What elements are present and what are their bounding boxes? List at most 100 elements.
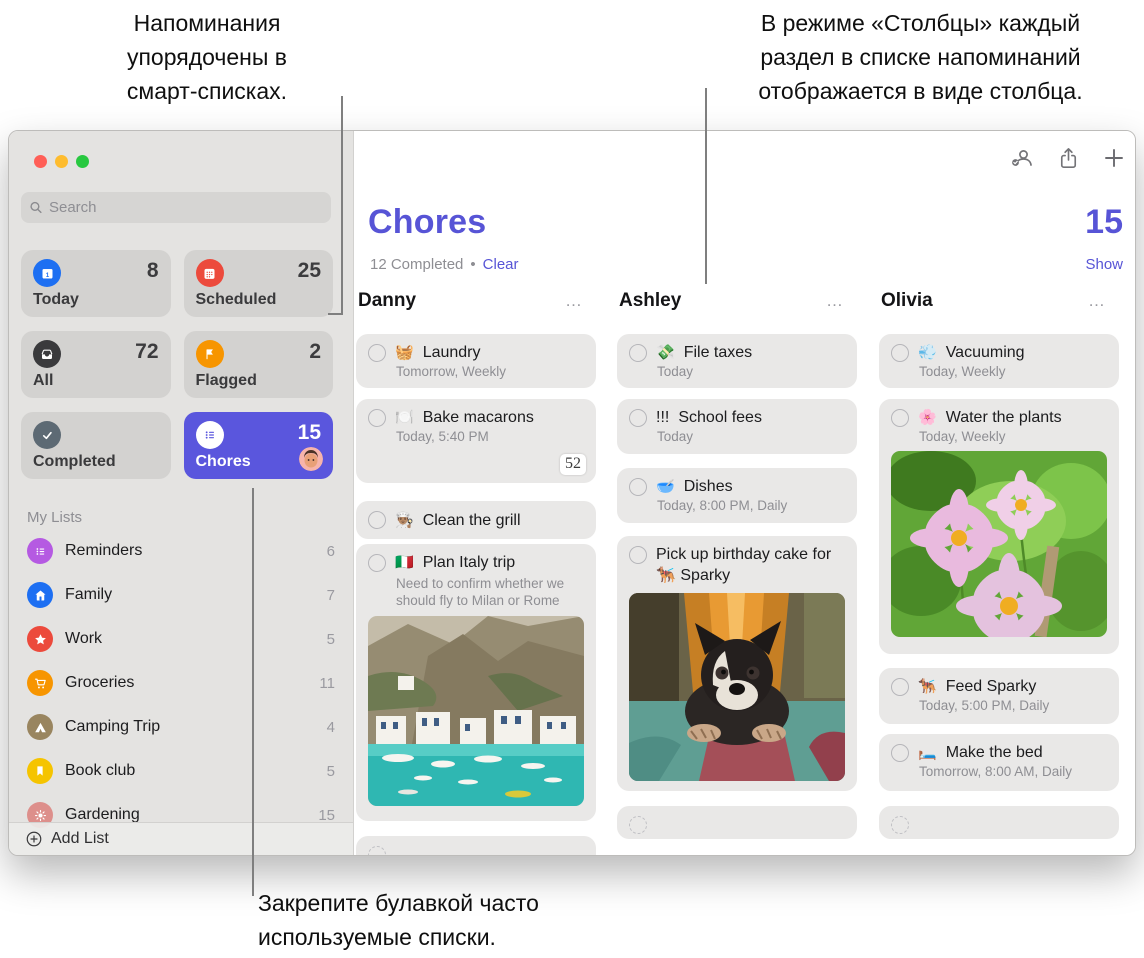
reminder-emoji: 💨 (918, 344, 937, 361)
list-item-work[interactable]: Work 5 (9, 617, 353, 661)
column-ashley: Ashley … 💸 File taxes Today !!! School f… (617, 131, 857, 855)
reminder-file-taxes[interactable]: 💸 File taxes Today (617, 334, 857, 388)
reminder-water-the-plants[interactable]: 🌸 Water the plants Today, Weekly (879, 399, 1119, 654)
list-label: Camping Trip (65, 718, 161, 735)
new-reminder-placeholder[interactable] (879, 806, 1119, 839)
all-count: 72 (135, 340, 159, 363)
smart-list-scheduled[interactable]: 25 Scheduled (183, 250, 333, 317)
new-reminder-checkbox[interactable] (368, 846, 386, 855)
reminder-school-fees[interactable]: !!! School fees Today (617, 399, 857, 454)
fullscreen-button[interactable] (76, 155, 89, 168)
list-item-book-club[interactable]: Book club 5 (9, 749, 353, 793)
reminder-emoji: 🍽️ (395, 409, 414, 426)
list-count: 11 (319, 674, 335, 692)
list-item-camping-trip[interactable]: Camping Trip 4 (9, 705, 353, 749)
reminder-bake-macarons[interactable]: 🍽️ Bake macarons Today, 5:40 PM 52 (356, 399, 596, 483)
list-count: 7 (326, 586, 335, 604)
completed-label: Completed (33, 453, 116, 470)
reminder-subtitle: Tomorrow, 8:00 AM, Daily (919, 764, 1073, 779)
callout-columns-view: В режиме «Столбцы» каждый раздел в списк… (758, 10, 1083, 104)
reminder-title: Pick up birthday cake for 🐕‍🦺 Sparky (656, 546, 832, 584)
new-reminder-checkbox[interactable] (891, 816, 909, 834)
attachment-thumbnail[interactable]: 52 (560, 454, 586, 475)
reminder-checkbox[interactable] (891, 409, 909, 427)
reminder-checkbox[interactable] (891, 678, 909, 696)
minimize-button[interactable] (55, 155, 68, 168)
reminder-checkbox[interactable] (629, 344, 647, 362)
bullet-list-icon (27, 538, 53, 564)
dog-on-rug-photo[interactable] (629, 593, 845, 781)
checkmark-icon (33, 421, 61, 449)
reminder-checkbox[interactable] (368, 409, 386, 427)
smart-list-flagged[interactable]: 2 Flagged (183, 331, 333, 398)
reminder-subtitle: Today, 5:00 PM, Daily (919, 698, 1050, 713)
list-label: Reminders (65, 542, 143, 559)
column-danny: Danny … 🧺 Laundry Tomorrow, Weekly 🍽️ Ba… (356, 131, 596, 855)
reminder-subtitle: Today (657, 429, 694, 444)
reminder-feed-sparky[interactable]: 🐕‍🦺 Feed Sparky Today, 5:00 PM, Daily (879, 668, 1119, 724)
column-name: Ashley (619, 290, 682, 311)
reminder-title: File taxes (683, 344, 753, 361)
search-icon (30, 201, 42, 214)
callout-line-left (341, 96, 343, 314)
reminder-checkbox[interactable] (368, 511, 386, 529)
reminder-checkbox[interactable] (891, 744, 909, 762)
new-reminder-placeholder[interactable] (356, 836, 596, 855)
add-list-button[interactable]: Add List (9, 822, 353, 855)
reminder-title: Laundry (422, 344, 481, 361)
smart-list-today[interactable]: 1 8 Today (21, 250, 171, 317)
reminder-checkbox[interactable] (368, 344, 386, 362)
reminder-checkbox[interactable] (629, 478, 647, 496)
list-item-groceries[interactable]: Groceries 11 (9, 661, 353, 705)
reminders-window: 1 8 Today 25 Scheduled (8, 130, 1136, 856)
smart-lists: 1 8 Today 25 Scheduled 72 All 2 Flagged … (21, 250, 333, 479)
scheduled-count: 25 (297, 259, 321, 282)
reminder-checkbox[interactable] (629, 546, 647, 564)
cosmos-flowers-photo[interactable] (891, 451, 1107, 637)
list-item-reminders[interactable]: Reminders 6 (9, 529, 353, 573)
list-count: 15 (318, 806, 335, 824)
reminder-make-the-bed[interactable]: 🛏️ Make the bed Tomorrow, 8:00 AM, Daily (879, 734, 1119, 791)
reminder-checkbox[interactable] (891, 344, 909, 362)
cart-icon (27, 670, 53, 696)
new-reminder-placeholder[interactable] (617, 806, 857, 839)
reminder-checkbox[interactable] (368, 554, 386, 572)
column-menu-button[interactable]: … (565, 292, 584, 309)
callout-line-bottom (252, 488, 254, 896)
reminder-subtitle: Tomorrow, Weekly (396, 364, 507, 379)
search-field[interactable] (21, 192, 331, 223)
smart-list-all[interactable]: 72 All (21, 331, 171, 398)
reminder-vacuuming[interactable]: 💨 Vacuuming Today, Weekly (879, 334, 1119, 388)
smart-list-chores[interactable]: 15 Chores (183, 412, 333, 479)
priority-marker: !!! (656, 409, 670, 426)
reminder-laundry[interactable]: 🧺 Laundry Tomorrow, Weekly (356, 334, 596, 388)
column-name: Olivia (881, 290, 933, 311)
reminder-clean-the-grill[interactable]: 👨🏽‍🍳 Clean the grill (356, 501, 596, 539)
today-count: 8 (146, 259, 159, 282)
column-name: Danny (358, 290, 417, 311)
reminder-title: School fees (678, 409, 762, 426)
smart-list-completed[interactable]: Completed (21, 412, 171, 479)
bullet-list-icon (195, 421, 224, 449)
reminder-title: Plan Italy trip (422, 554, 516, 571)
callout-smart-lists: Напоминания упорядочены в смарт-списках. (126, 10, 288, 104)
reminder-subtitle: Today, Weekly (919, 364, 1006, 379)
reminder-subtitle: Today (657, 364, 694, 379)
flagged-label: Flagged (195, 372, 257, 389)
reminder-checkbox[interactable] (629, 409, 647, 427)
italy-harbor-photo[interactable] (368, 616, 584, 806)
search-input[interactable] (48, 199, 323, 216)
new-reminder-checkbox[interactable] (629, 816, 647, 834)
callout-line-left-tick (328, 313, 343, 315)
reminder-birthday-cake[interactable]: Pick up birthday cake for 🐕‍🦺 Sparky (617, 536, 857, 791)
reminder-emoji: 🌸 (918, 409, 937, 426)
calendar-grid-icon (195, 259, 224, 287)
plus-circle-icon (26, 831, 42, 847)
close-button[interactable] (34, 155, 47, 168)
column-menu-button[interactable]: … (1088, 292, 1107, 309)
list-item-family[interactable]: Family 7 (9, 573, 353, 617)
column-menu-button[interactable]: … (826, 292, 845, 309)
reminder-dishes[interactable]: 🥣 Dishes Today, 8:00 PM, Daily (617, 468, 857, 523)
reminder-plan-italy-trip[interactable]: 🇮🇹 Plan Italy trip Need to confirm wheth… (356, 544, 596, 821)
my-lists: Reminders 6 Family 7 Work 5 Groceries 11… (9, 529, 353, 837)
